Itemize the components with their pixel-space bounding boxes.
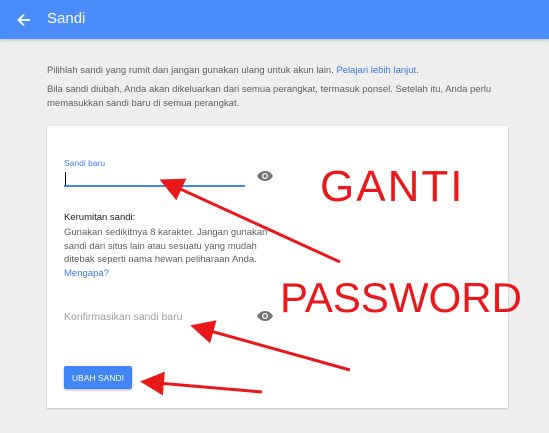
annotation-arrows bbox=[140, 178, 351, 396]
annotation-ganti: GANTI bbox=[320, 162, 465, 211]
arrow-to-new-password bbox=[159, 178, 341, 264]
arrow-to-button bbox=[140, 371, 263, 396]
arrow-to-confirm bbox=[190, 320, 351, 372]
annotation-password: PASSWORD bbox=[280, 274, 522, 321]
